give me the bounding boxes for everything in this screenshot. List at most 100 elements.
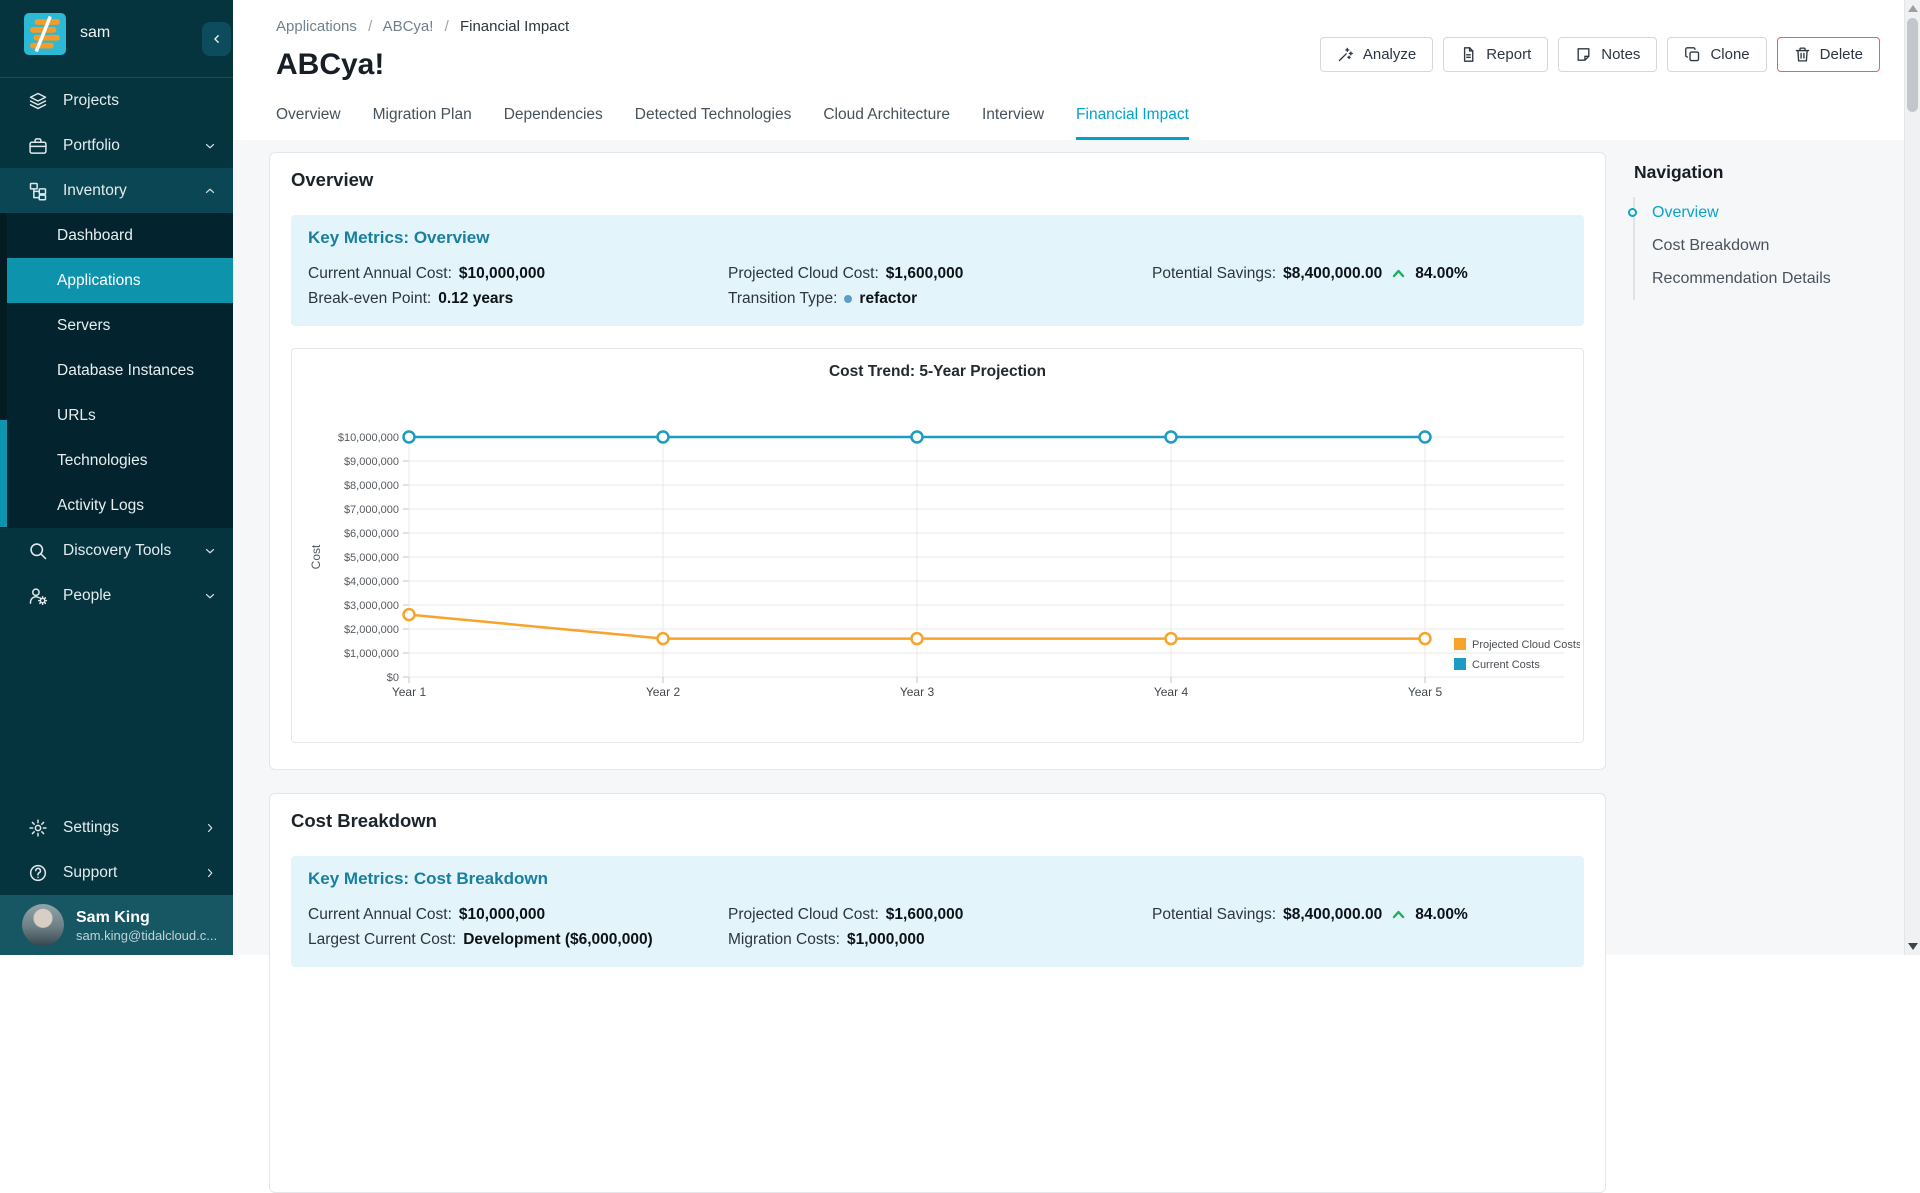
metric-value: $1,000,000 — [847, 927, 925, 952]
button-label: Notes — [1601, 46, 1640, 63]
metric-label: Break-even Point: — [308, 286, 431, 311]
tidal-logo-icon[interactable] — [24, 13, 66, 55]
sidebar-item-projects[interactable]: Projects — [0, 78, 233, 123]
page-scrollbar[interactable] — [1904, 0, 1920, 955]
key-metrics-overview-panel: Key Metrics: Overview Current Annual Cos… — [291, 215, 1584, 326]
user-name: Sam King — [76, 908, 226, 928]
chevron-left-icon — [210, 32, 224, 46]
tab-migration-plan[interactable]: Migration Plan — [373, 106, 472, 140]
chevron-down-icon — [203, 589, 217, 603]
breadcrumb: Applications / ABCya! / Financial Impact — [276, 18, 569, 35]
cost-trend-chart: Cost Trend: 5-Year Projection $0$1,000,0… — [291, 348, 1584, 743]
delete-button[interactable]: Delete — [1777, 37, 1880, 72]
sidebar-header: sam — [0, 0, 233, 78]
sidebar-item-inventory[interactable]: Inventory — [0, 168, 233, 213]
sidebar-item-portfolio[interactable]: Portfolio — [0, 123, 233, 168]
svg-text:Year 4: Year 4 — [1154, 685, 1189, 699]
right-nav-item-label: Recommendation Details — [1652, 270, 1831, 287]
tab-financial-impact[interactable]: Financial Impact — [1076, 106, 1189, 140]
svg-text:$8,000,000: $8,000,000 — [344, 480, 399, 492]
svg-text:$10,000,000: $10,000,000 — [338, 432, 399, 444]
right-nav-overview[interactable]: Overview — [1652, 204, 1831, 222]
metric-break-even: Break-even Point: 0.12 years — [308, 286, 728, 311]
svg-text:$1,000,000: $1,000,000 — [344, 648, 399, 660]
metric-current-annual-cost: Current Annual Cost: $10,000,000 — [308, 902, 728, 927]
metric-percent: 84.00% — [1415, 902, 1468, 927]
search-icon — [28, 541, 48, 561]
breadcrumb-financial-impact: Financial Impact — [460, 18, 569, 35]
button-label: Clone — [1710, 46, 1749, 63]
scroll-down-icon[interactable] — [1908, 942, 1918, 951]
sidebar-item-technologies[interactable]: Technologies — [0, 438, 233, 483]
trend-up-icon — [1391, 908, 1406, 921]
svg-text:Year 5: Year 5 — [1408, 685, 1443, 699]
svg-text:$6,000,000: $6,000,000 — [344, 528, 399, 540]
workspace-name[interactable]: sam — [80, 24, 110, 42]
scroll-up-icon[interactable] — [1908, 4, 1918, 13]
analyze-button[interactable]: Analyze — [1320, 37, 1433, 72]
right-nav-title: Navigation — [1634, 162, 1723, 183]
svg-text:$4,000,000: $4,000,000 — [344, 576, 399, 588]
right-nav-item-label: Overview — [1652, 204, 1719, 221]
notes-button[interactable]: Notes — [1558, 37, 1657, 72]
trend-up-icon — [1391, 267, 1406, 280]
sidebar-item-servers[interactable]: Servers — [0, 303, 233, 348]
metric-value: $10,000,000 — [459, 902, 545, 927]
clone-button[interactable]: Clone — [1667, 37, 1766, 72]
breadcrumb-applications[interactable]: Applications — [276, 18, 357, 35]
metric-potential-savings: Potential Savings: $8,400,000.00 84.00% — [1152, 902, 1567, 927]
sidebar-collapse-button[interactable] — [202, 22, 231, 56]
metric-value: $8,400,000.00 — [1283, 902, 1382, 927]
right-nav-cost-breakdown[interactable]: Cost Breakdown — [1652, 237, 1831, 255]
chevron-down-icon — [203, 139, 217, 153]
svg-text:$3,000,000: $3,000,000 — [344, 600, 399, 612]
svg-text:Year 3: Year 3 — [900, 685, 935, 699]
svg-text:$9,000,000: $9,000,000 — [344, 456, 399, 468]
sidebar-nav-lower: Discovery Tools People — [0, 528, 233, 618]
svg-text:$5,000,000: $5,000,000 — [344, 552, 399, 564]
report-button[interactable]: Report — [1443, 37, 1548, 72]
tab-cloud-architecture[interactable]: Cloud Architecture — [823, 106, 950, 140]
metric-projected-cloud-cost: Projected Cloud Cost: $1,600,000 — [728, 902, 1152, 927]
gear-icon — [28, 818, 48, 838]
sidebar-item-applications[interactable]: Applications — [0, 258, 233, 303]
sidebar-item-settings[interactable]: Settings — [0, 805, 233, 850]
breadcrumb-abcya[interactable]: ABCya! — [383, 18, 434, 35]
sidebar-item-activity-logs[interactable]: Activity Logs — [0, 483, 233, 528]
sidebar-item-database-instances[interactable]: Database Instances — [0, 348, 233, 393]
section-title-overview: Overview — [291, 169, 1584, 191]
metric-percent: 84.00% — [1415, 261, 1468, 286]
hierarchy-icon — [28, 181, 48, 201]
tab-detected-technologies[interactable]: Detected Technologies — [635, 106, 792, 140]
scrollbar-thumb[interactable] — [1907, 18, 1918, 112]
sidebar-item-discovery-tools[interactable]: Discovery Tools — [0, 528, 233, 573]
sidebar-item-dashboard[interactable]: Dashboard — [0, 213, 233, 258]
tab-dependencies[interactable]: Dependencies — [504, 106, 603, 140]
metric-label: Projected Cloud Cost: — [728, 902, 879, 927]
svg-text:$7,000,000: $7,000,000 — [344, 504, 399, 516]
tab-interview[interactable]: Interview — [982, 106, 1044, 140]
metric-label: Potential Savings: — [1152, 261, 1276, 286]
sidebar-item-urls[interactable]: URLs — [0, 393, 233, 438]
sidebar-item-label: Settings — [63, 819, 119, 837]
submenu-scroll-thumb[interactable] — [0, 420, 7, 527]
overview-section-card: Overview Key Metrics: Overview Current A… — [269, 152, 1606, 770]
metric-value: $1,600,000 — [886, 261, 964, 286]
sidebar-item-people[interactable]: People — [0, 573, 233, 618]
user-profile[interactable]: Sam King sam.king@tidalcloud.c... — [0, 895, 233, 955]
metric-current-annual-cost: Current Annual Cost: $10,000,000 — [308, 261, 728, 286]
sidebar-item-label: Inventory — [63, 182, 127, 200]
sidebar-footer-nav: Settings Support — [0, 805, 233, 895]
breadcrumb-separator: / — [445, 18, 449, 35]
chart-title: Cost Trend: 5-Year Projection — [292, 363, 1583, 381]
tab-overview[interactable]: Overview — [276, 106, 341, 140]
metric-value: $10,000,000 — [459, 261, 545, 286]
right-nav-recommendation-details[interactable]: Recommendation Details — [1652, 270, 1831, 288]
chevron-up-icon — [203, 184, 217, 198]
sidebar-item-support[interactable]: Support — [0, 850, 233, 895]
metric-transition-type: Transition Type: refactor — [728, 286, 1152, 311]
trash-icon — [1794, 46, 1811, 63]
breadcrumb-separator: / — [368, 18, 372, 35]
metric-label: Largest Current Cost: — [308, 927, 456, 952]
key-metrics-heading: Key Metrics: Cost Breakdown — [308, 869, 1567, 889]
